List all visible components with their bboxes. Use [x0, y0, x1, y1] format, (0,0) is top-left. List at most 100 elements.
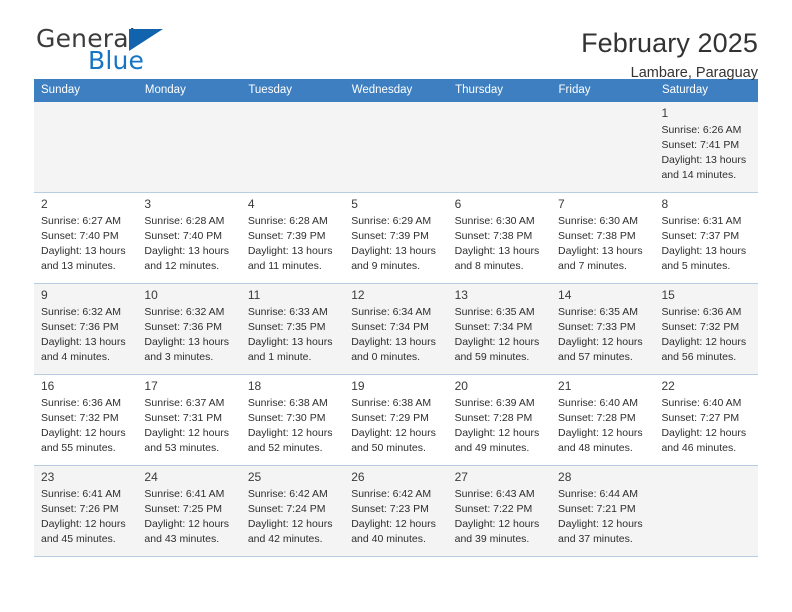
- weekday-header-thursday: Thursday: [447, 79, 552, 102]
- calendar-day-cell[interactable]: 6 Sunrise: 6:30 AM Sunset: 7:38 PM Daylig…: [447, 192, 552, 284]
- calendar-week-row: 1 Sunrise: 6:26 AM Sunset: 7:41 PM Daylig…: [34, 102, 758, 193]
- day-number: 12: [351, 288, 365, 302]
- day-number: 3: [144, 197, 152, 211]
- calendar-day-cell[interactable]: 22 Sunrise: 6:40 AM Sunset: 7:27 PM Dayli…: [654, 374, 758, 466]
- calendar-day-cell[interactable]: 16 Sunrise: 6:36 AM Sunset: 7:32 PM Dayli…: [34, 374, 138, 466]
- day-number: 21: [558, 379, 572, 393]
- calendar-day-cell[interactable]: 23 Sunrise: 6:41 AM Sunset: 7:26 PM Dayli…: [34, 465, 138, 557]
- day-number: 8: [661, 197, 669, 211]
- calendar-day-cell[interactable]: 7 Sunrise: 6:30 AM Sunset: 7:38 PM Daylig…: [551, 192, 655, 284]
- sun-times-text: Sunrise: 6:35 AM Sunset: 7:34 PM Dayligh…: [454, 306, 540, 364]
- calendar-day-cell[interactable]: 9 Sunrise: 6:32 AM Sunset: 7:36 PM Daylig…: [34, 283, 138, 375]
- calendar-day-cell[interactable]: 18 Sunrise: 6:38 AM Sunset: 7:30 PM Dayli…: [240, 374, 345, 466]
- sun-times-text: Sunrise: 6:41 AM Sunset: 7:26 PM Dayligh…: [41, 488, 126, 546]
- calendar-day-cell[interactable]: 27 Sunrise: 6:43 AM Sunset: 7:22 PM Dayli…: [447, 465, 552, 557]
- page-header: General Blue February 2025 Lambare, Para…: [34, 0, 758, 81]
- weekday-header-tuesday: Tuesday: [240, 79, 345, 102]
- day-number: 14: [558, 288, 572, 302]
- calendar-day-cell-empty: [447, 102, 552, 193]
- day-number: 16: [41, 379, 55, 393]
- day-number: 10: [144, 288, 158, 302]
- weekday-header-friday: Friday: [551, 79, 655, 102]
- calendar-day-cell[interactable]: 19 Sunrise: 6:38 AM Sunset: 7:29 PM Dayli…: [344, 374, 448, 466]
- weekday-header-wednesday: Wednesday: [344, 79, 449, 102]
- calendar-day-cell[interactable]: 21 Sunrise: 6:40 AM Sunset: 7:28 PM Dayli…: [551, 374, 655, 466]
- day-number: 15: [661, 288, 675, 302]
- calendar-day-cell[interactable]: 8 Sunrise: 6:31 AM Sunset: 7:37 PM Daylig…: [654, 192, 758, 284]
- calendar-day-cell-empty: [344, 102, 448, 193]
- calendar-week-row: 2 Sunrise: 6:27 AM Sunset: 7:40 PM Daylig…: [34, 192, 758, 284]
- weekday-header-sunday: Sunday: [34, 79, 138, 102]
- day-number: 28: [558, 470, 572, 484]
- sun-times-text: Sunrise: 6:39 AM Sunset: 7:28 PM Dayligh…: [454, 397, 540, 455]
- calendar-day-cell[interactable]: 25 Sunrise: 6:42 AM Sunset: 7:24 PM Dayli…: [240, 465, 345, 557]
- day-number: 2: [41, 197, 48, 211]
- calendar-day-cell[interactable]: 1 Sunrise: 6:26 AM Sunset: 7:41 PM Daylig…: [654, 102, 758, 193]
- calendar-day-cell[interactable]: 12 Sunrise: 6:34 AM Sunset: 7:34 PM Dayli…: [344, 283, 448, 375]
- calendar-day-cell[interactable]: 15 Sunrise: 6:36 AM Sunset: 7:32 PM Dayli…: [654, 283, 758, 375]
- calendar-week-row: 23 Sunrise: 6:41 AM Sunset: 7:26 PM Dayli…: [34, 465, 758, 557]
- sun-times-text: Sunrise: 6:41 AM Sunset: 7:25 PM Dayligh…: [144, 488, 230, 546]
- calendar-day-cell[interactable]: 20 Sunrise: 6:39 AM Sunset: 7:28 PM Dayli…: [447, 374, 552, 466]
- day-number: 26: [351, 470, 365, 484]
- sun-times-text: Sunrise: 6:35 AM Sunset: 7:33 PM Dayligh…: [558, 306, 643, 364]
- sun-times-text: Sunrise: 6:31 AM Sunset: 7:37 PM Dayligh…: [661, 215, 747, 273]
- page-title: February 2025: [581, 28, 758, 58]
- calendar-day-cell-empty: [34, 102, 138, 193]
- sun-times-text: Sunrise: 6:43 AM Sunset: 7:22 PM Dayligh…: [454, 488, 540, 546]
- month-calendar: Sunday Monday Tuesday Wednesday Thursday…: [34, 79, 759, 557]
- calendar-day-cell[interactable]: 24 Sunrise: 6:41 AM Sunset: 7:25 PM Dayli…: [137, 465, 241, 557]
- day-number: 20: [454, 379, 468, 393]
- calendar-page: General Blue February 2025 Lambare, Para…: [0, 0, 792, 612]
- calendar-day-cell[interactable]: 10 Sunrise: 6:32 AM Sunset: 7:36 PM Dayli…: [137, 283, 241, 375]
- sun-times-text: Sunrise: 6:27 AM Sunset: 7:40 PM Dayligh…: [41, 215, 126, 273]
- day-number: 9: [41, 288, 48, 302]
- title-block: February 2025 Lambare, Paraguay: [581, 26, 758, 82]
- sun-times-text: Sunrise: 6:28 AM Sunset: 7:39 PM Dayligh…: [247, 215, 333, 273]
- calendar-day-cell[interactable]: 5 Sunrise: 6:29 AM Sunset: 7:39 PM Daylig…: [344, 192, 448, 284]
- day-number: 17: [144, 379, 158, 393]
- sun-times-text: Sunrise: 6:26 AM Sunset: 7:41 PM Dayligh…: [661, 124, 747, 182]
- day-number: 4: [247, 197, 255, 211]
- day-number: 24: [144, 470, 158, 484]
- logo-word-blue: Blue: [88, 46, 145, 75]
- calendar-week-row: 16 Sunrise: 6:36 AM Sunset: 7:32 PM Dayli…: [34, 374, 758, 466]
- page-subtitle: Lambare, Paraguay: [630, 65, 758, 82]
- calendar-day-cell[interactable]: 4 Sunrise: 6:28 AM Sunset: 7:39 PM Daylig…: [240, 192, 345, 284]
- calendar-day-cell[interactable]: 26 Sunrise: 6:42 AM Sunset: 7:23 PM Dayli…: [344, 465, 448, 557]
- day-number: 1: [661, 106, 669, 120]
- sun-times-text: Sunrise: 6:30 AM Sunset: 7:38 PM Dayligh…: [454, 215, 540, 273]
- calendar-day-cell-empty: [551, 102, 655, 193]
- calendar-day-cell-empty: [654, 465, 758, 557]
- sun-times-text: Sunrise: 6:36 AM Sunset: 7:32 PM Dayligh…: [41, 397, 126, 455]
- sun-times-text: Sunrise: 6:30 AM Sunset: 7:38 PM Dayligh…: [558, 215, 643, 273]
- sun-times-text: Sunrise: 6:33 AM Sunset: 7:35 PM Dayligh…: [247, 306, 333, 364]
- calendar-day-cell[interactable]: 17 Sunrise: 6:37 AM Sunset: 7:31 PM Dayli…: [137, 374, 241, 466]
- sun-times-text: Sunrise: 6:32 AM Sunset: 7:36 PM Dayligh…: [144, 306, 230, 364]
- day-number: 5: [351, 197, 358, 211]
- sun-times-text: Sunrise: 6:42 AM Sunset: 7:24 PM Dayligh…: [247, 488, 333, 546]
- calendar-day-cell[interactable]: 2 Sunrise: 6:27 AM Sunset: 7:40 PM Daylig…: [34, 192, 138, 284]
- sun-times-text: Sunrise: 6:34 AM Sunset: 7:34 PM Dayligh…: [351, 306, 436, 364]
- general-blue-logo[interactable]: General Blue: [34, 26, 164, 75]
- sun-times-text: Sunrise: 6:44 AM Sunset: 7:21 PM Dayligh…: [558, 488, 643, 546]
- sun-times-text: Sunrise: 6:38 AM Sunset: 7:30 PM Dayligh…: [247, 397, 333, 455]
- sun-times-text: Sunrise: 6:32 AM Sunset: 7:36 PM Dayligh…: [41, 306, 126, 364]
- calendar-day-cell[interactable]: 14 Sunrise: 6:35 AM Sunset: 7:33 PM Dayli…: [551, 283, 655, 375]
- weekday-header-monday: Monday: [137, 79, 242, 102]
- sun-times-text: Sunrise: 6:38 AM Sunset: 7:29 PM Dayligh…: [351, 397, 436, 455]
- day-number: 22: [661, 379, 675, 393]
- sun-times-text: Sunrise: 6:40 AM Sunset: 7:27 PM Dayligh…: [661, 397, 747, 455]
- day-number: 6: [454, 197, 462, 211]
- sun-times-text: Sunrise: 6:42 AM Sunset: 7:23 PM Dayligh…: [351, 488, 436, 546]
- calendar-day-cell[interactable]: 11 Sunrise: 6:33 AM Sunset: 7:35 PM Dayli…: [240, 283, 345, 375]
- day-number: 11: [247, 288, 261, 302]
- calendar-body: 1 Sunrise: 6:26 AM Sunset: 7:41 PM Daylig…: [34, 102, 758, 557]
- sun-times-text: Sunrise: 6:28 AM Sunset: 7:40 PM Dayligh…: [144, 215, 230, 273]
- calendar-day-cell[interactable]: 3 Sunrise: 6:28 AM Sunset: 7:40 PM Daylig…: [137, 192, 241, 284]
- sun-times-text: Sunrise: 6:36 AM Sunset: 7:32 PM Dayligh…: [661, 306, 747, 364]
- day-number: 7: [558, 197, 565, 211]
- calendar-day-cell[interactable]: 13 Sunrise: 6:35 AM Sunset: 7:34 PM Dayli…: [447, 283, 552, 375]
- calendar-day-cell[interactable]: 28 Sunrise: 6:44 AM Sunset: 7:21 PM Dayli…: [551, 465, 655, 557]
- day-number: 23: [41, 470, 55, 484]
